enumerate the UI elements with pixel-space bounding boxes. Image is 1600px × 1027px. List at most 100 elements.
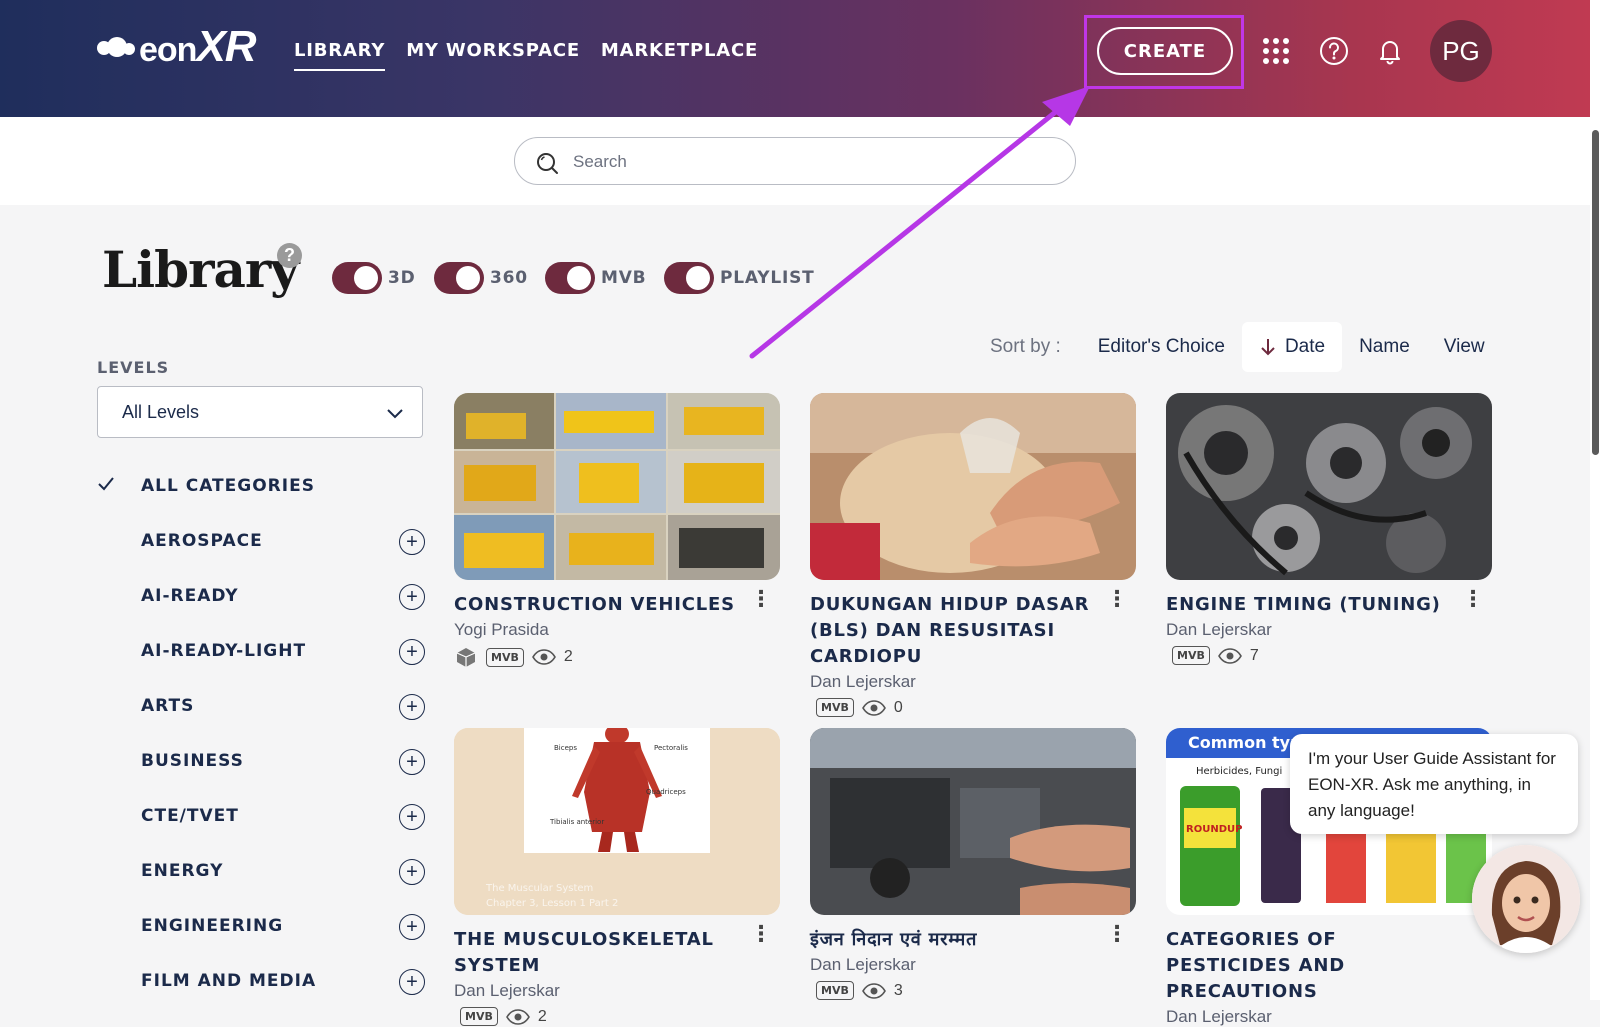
scrollbar-thumb[interactable] <box>1592 130 1599 455</box>
help-icon[interactable] <box>1319 36 1349 66</box>
search-icon <box>535 151 559 180</box>
content-card[interactable]: DUKUNGAN HIDUP DASAR (BLS) DAN RESUSITAS… <box>810 393 1136 717</box>
main-nav: LIBRARY MY WORKSPACE MARKETPLACE <box>294 40 758 71</box>
toggle-360[interactable]: 360 <box>434 262 528 294</box>
sort-name[interactable]: Name <box>1342 322 1427 372</box>
assistant-avatar[interactable] <box>1472 845 1580 953</box>
category-business[interactable]: BUSINESS + <box>97 741 427 796</box>
sort-editors-choice[interactable]: Editor's Choice <box>1081 322 1242 372</box>
thumb-caption-subtitle: Chapter 3, Lesson 1 Part 2 <box>486 898 618 909</box>
content-card[interactable]: CONSTRUCTION VEHICLES ⋮ Yogi Prasida MVB… <box>454 393 780 668</box>
category-film-and-media[interactable]: FILM AND MEDIA + <box>97 961 427 1016</box>
nav-my-workspace[interactable]: MY WORKSPACE <box>406 40 580 71</box>
more-options-icon[interactable]: ⋮ <box>1106 586 1128 612</box>
card-thumbnail[interactable] <box>810 728 1136 915</box>
toggle-switch[interactable] <box>664 262 714 294</box>
card-meta: MVB 7 <box>1172 646 1492 665</box>
category-arts[interactable]: ARTS + <box>97 686 427 741</box>
mvb-badge: MVB <box>816 698 854 717</box>
mvb-badge: MVB <box>486 647 524 667</box>
expand-plus-icon[interactable]: + <box>399 804 425 830</box>
card-title[interactable]: THE MUSCULOSKELETAL SYSTEM <box>454 927 780 979</box>
toggle-playlist[interactable]: PLAYLIST <box>664 262 815 294</box>
more-options-icon[interactable]: ⋮ <box>1106 921 1128 947</box>
card-title[interactable]: CATEGORIES OF PESTICIDES AND PRECAUTIONS <box>1166 927 1492 1005</box>
card-meta: MVB 2 <box>460 1007 780 1026</box>
eye-icon <box>861 699 886 716</box>
category-ai-ready-light[interactable]: AI-READY-LIGHT + <box>97 631 427 686</box>
category-label: ENGINEERING <box>141 916 284 936</box>
eye-icon <box>505 1008 530 1025</box>
search-strip <box>0 117 1590 205</box>
category-label: AI-READY-LIGHT <box>141 641 307 661</box>
card-title[interactable]: DUKUNGAN HIDUP DASAR (BLS) DAN RESUSITAS… <box>810 592 1136 670</box>
content-card[interactable]: इंजन निदान एवं मरम्मत ⋮ Dan Lejerskar MV… <box>810 728 1136 1000</box>
search-box[interactable] <box>514 137 1076 185</box>
toggle-label: PLAYLIST <box>720 268 815 288</box>
category-all[interactable]: ALL CATEGORIES <box>97 466 427 521</box>
toggle-3d[interactable]: 3D <box>332 262 416 294</box>
card-author: Dan Lejerskar <box>1166 620 1272 639</box>
engine-repair-image <box>810 728 1136 915</box>
nav-marketplace[interactable]: MARKETPLACE <box>601 40 758 71</box>
library-help-icon[interactable]: ? <box>277 243 302 268</box>
card-meta: MVB 3 <box>816 981 1136 1000</box>
expand-plus-icon[interactable]: + <box>399 529 425 555</box>
category-engineering[interactable]: ENGINEERING + <box>97 906 427 961</box>
levels-dropdown[interactable]: All Levels <box>97 386 423 438</box>
content-card[interactable]: Biceps Pectoralis Quadriceps Tibialis an… <box>454 728 780 1026</box>
assistant-chat-bubble[interactable]: I'm your User Guide Assistant for EON-XR… <box>1290 734 1578 834</box>
sort-date-label: Date <box>1284 336 1326 357</box>
apps-grid-icon[interactable] <box>1261 36 1291 66</box>
toggle-switch[interactable] <box>434 262 484 294</box>
nav-library[interactable]: LIBRARY <box>294 40 386 71</box>
card-thumbnail[interactable] <box>810 393 1136 580</box>
more-options-icon[interactable]: ⋮ <box>750 586 772 612</box>
chevron-down-icon <box>387 409 403 419</box>
sort-date[interactable]: Date <box>1241 322 1343 372</box>
bell-icon[interactable] <box>1375 36 1405 66</box>
thumb-caption-title: The Muscular System <box>485 883 593 894</box>
card-meta: MVB 0 <box>816 698 1136 717</box>
search-input[interactable] <box>571 148 1055 176</box>
more-options-icon[interactable]: ⋮ <box>1462 586 1484 612</box>
toggle-switch[interactable] <box>545 262 595 294</box>
expand-plus-icon[interactable]: + <box>399 859 425 885</box>
musculoskeletal-image: Biceps Pectoralis Quadriceps Tibialis an… <box>454 728 780 915</box>
card-title[interactable]: CONSTRUCTION VEHICLES <box>454 592 780 618</box>
eonxr-logo[interactable]: eonXR <box>97 22 257 72</box>
user-avatar[interactable]: PG <box>1430 20 1492 82</box>
sort-view[interactable]: View <box>1427 322 1502 372</box>
category-energy[interactable]: ENERGY + <box>97 851 427 906</box>
expand-plus-icon[interactable]: + <box>399 749 425 775</box>
cpr-training-image <box>810 393 1136 580</box>
assistant-avatar-icon <box>1472 845 1580 953</box>
expand-plus-icon[interactable]: + <box>399 584 425 610</box>
expand-plus-icon[interactable]: + <box>399 969 425 995</box>
category-label: BUSINESS <box>141 751 244 771</box>
category-ai-ready[interactable]: AI-READY + <box>97 576 427 631</box>
card-thumbnail[interactable] <box>454 393 780 580</box>
card-author: Dan Lejerskar <box>810 955 916 974</box>
toggle-mvb[interactable]: MVB <box>545 262 646 294</box>
toggle-label: MVB <box>601 268 647 288</box>
3d-cube-icon <box>456 648 476 667</box>
expand-plus-icon[interactable]: + <box>399 914 425 940</box>
thumb-title: Common typ <box>1188 733 1302 752</box>
create-button[interactable]: CREATE <box>1097 27 1233 75</box>
card-title[interactable]: इंजन निदान एवं मरम्मत <box>810 927 1136 953</box>
view-count: 7 <box>1249 646 1259 664</box>
card-author: Yogi Prasida <box>454 620 549 639</box>
category-label: AEROSPACE <box>141 531 263 551</box>
toggle-switch[interactable] <box>332 262 382 294</box>
levels-selected: All Levels <box>122 402 200 422</box>
card-thumbnail[interactable] <box>1166 393 1492 580</box>
expand-plus-icon[interactable]: + <box>399 694 425 720</box>
more-options-icon[interactable]: ⋮ <box>750 921 772 947</box>
card-thumbnail[interactable]: Biceps Pectoralis Quadriceps Tibialis an… <box>454 728 780 915</box>
expand-plus-icon[interactable]: + <box>399 639 425 665</box>
category-cte-tvet[interactable]: CTE/TVET + <box>97 796 427 851</box>
content-card[interactable]: ENGINE TIMING (TUNING) ⋮ Dan Lejerskar M… <box>1166 393 1492 665</box>
card-title[interactable]: ENGINE TIMING (TUNING) <box>1166 592 1492 618</box>
category-aerospace[interactable]: AEROSPACE + <box>97 521 427 576</box>
